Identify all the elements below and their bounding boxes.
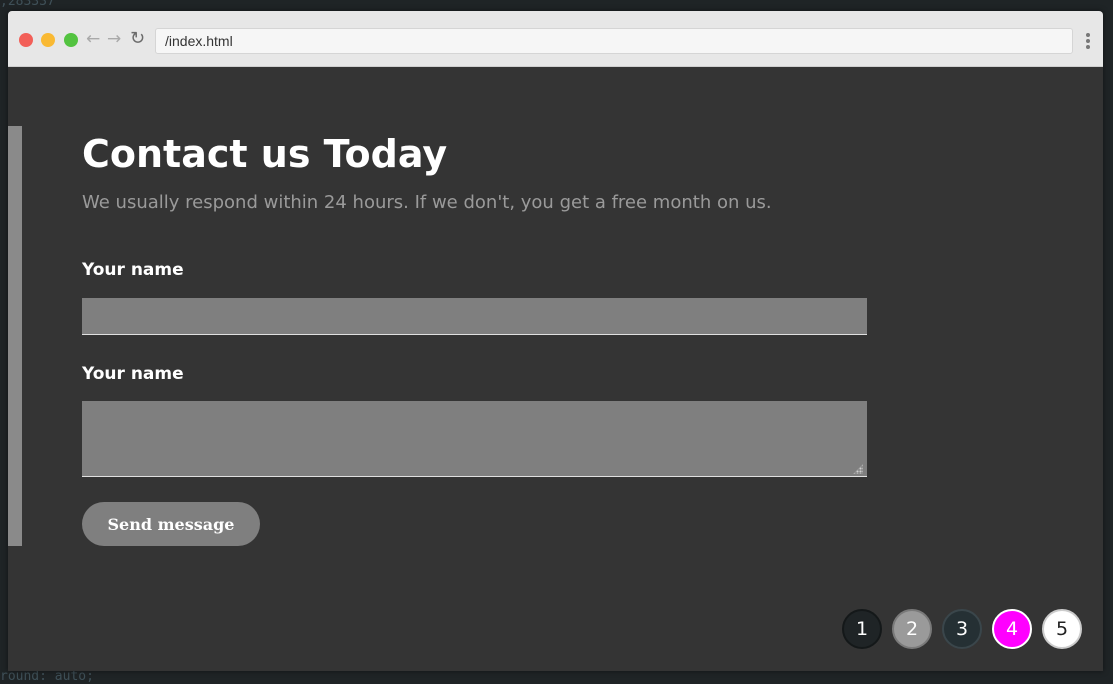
page-button-1[interactable]: 1	[842, 609, 882, 649]
name-input[interactable]	[82, 298, 867, 335]
page-button-2[interactable]: 2	[892, 609, 932, 649]
message-textarea[interactable]	[82, 401, 867, 477]
code-fragment-top: ;283337	[0, 0, 55, 9]
page-button-3[interactable]: 3	[942, 609, 982, 649]
reload-icon[interactable]: ↻	[130, 29, 145, 49]
page-button-5[interactable]: 5	[1042, 609, 1082, 649]
send-message-button[interactable]: Send message	[82, 502, 260, 546]
address-bar[interactable]: /index.html	[155, 28, 1073, 54]
page-title: Contact us Today	[82, 132, 448, 176]
page-button-4-active[interactable]: 4	[992, 609, 1032, 649]
message-label: Your name	[82, 364, 184, 384]
minimize-window-button[interactable]	[41, 33, 55, 47]
page-subtitle: We usually respond within 24 hours. If w…	[82, 192, 772, 213]
browser-toolbar: ← → ↻ /index.html	[8, 11, 1103, 67]
back-arrow-icon[interactable]: ←	[86, 29, 100, 49]
side-accent-bar	[8, 126, 22, 546]
browser-window: ← → ↻ /index.html Contact us Today We us…	[8, 11, 1103, 671]
kebab-menu-icon[interactable]	[1086, 33, 1090, 49]
forward-arrow-icon[interactable]: →	[107, 29, 121, 49]
name-label: Your name	[82, 260, 184, 280]
close-window-button[interactable]	[19, 33, 33, 47]
page-content: Contact us Today We usually respond with…	[8, 67, 1103, 671]
maximize-window-button[interactable]	[64, 33, 78, 47]
